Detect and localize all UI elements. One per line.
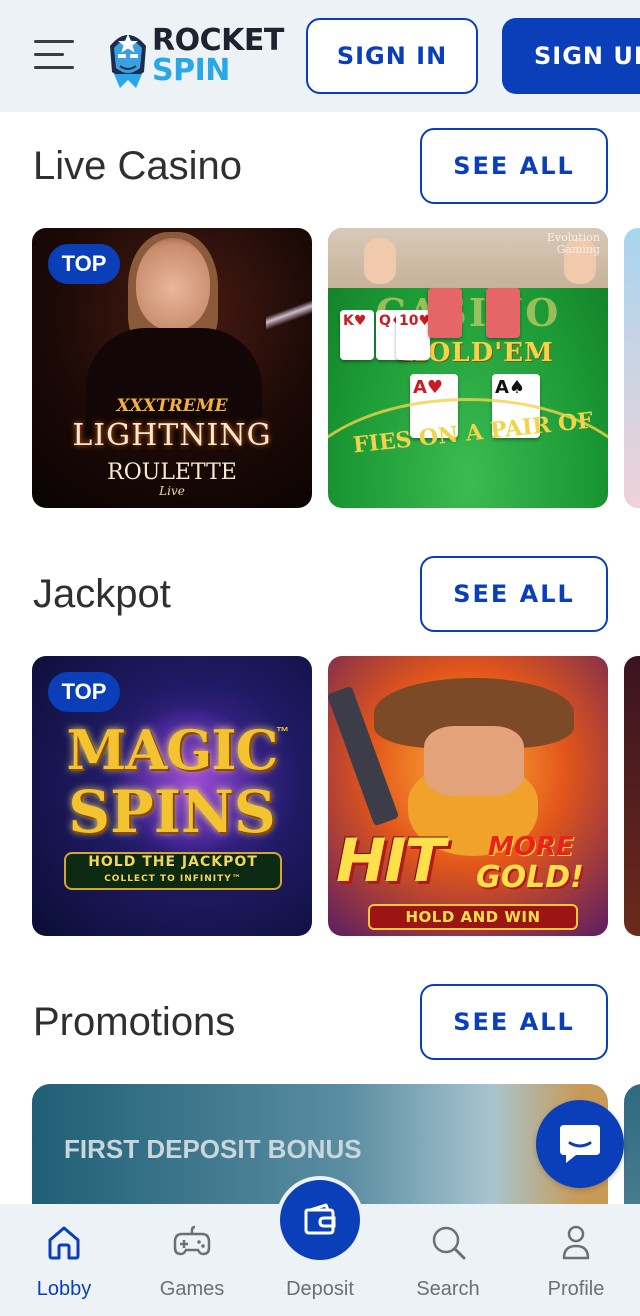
game-card-magic-spins[interactable]: MAGIC ™ SPINS HOLD THE JACKPOT COLLECT T…	[32, 656, 312, 936]
search-icon	[432, 1226, 466, 1260]
miner-face	[424, 726, 524, 796]
game-card-peek[interactable]	[624, 656, 640, 936]
home-icon	[48, 1226, 80, 1260]
nav-item-profile[interactable]: Profile	[512, 1204, 640, 1316]
nav-item-deposit[interactable]: Deposit	[256, 1176, 384, 1316]
game-art-text: MORE	[488, 832, 574, 862]
top-badge: TOP	[48, 672, 120, 712]
nav-item-search[interactable]: Search	[384, 1204, 512, 1316]
playing-card: 10♥	[396, 310, 431, 360]
game-art-text: ROULETTE	[107, 460, 237, 485]
deposit-button[interactable]	[276, 1176, 364, 1264]
game-art-text: GOLD!	[476, 860, 584, 895]
section-title-promotions: Promotions	[33, 1000, 236, 1044]
game-art-text: HOLD AND WIN	[368, 904, 578, 930]
user-icon	[562, 1225, 590, 1260]
game-art-text: HOLD THE JACKPOT	[88, 854, 258, 870]
nav-label: Lobby	[36, 1278, 92, 1300]
promo-card-peek[interactable]	[624, 1084, 640, 1224]
menu-line	[34, 53, 64, 56]
wallet-icon	[304, 1203, 336, 1235]
playing-card-back	[428, 288, 462, 338]
game-card-casino-holdem[interactable]: Evolution Gaming CASINO HOLD'EM K♥ Q♦ 10…	[328, 228, 608, 508]
gamepad-icon	[173, 1225, 211, 1256]
logo-text-spin: SPIN	[152, 53, 230, 88]
section-title-jackpot: Jackpot	[33, 572, 171, 616]
top-header: ROCKET SPIN SIGN IN SIGN UP	[0, 0, 640, 112]
provider-watermark: Evolution Gaming	[546, 231, 600, 256]
rocketspin-logo[interactable]: ROCKET SPIN	[104, 22, 299, 90]
game-art-text: HIT	[336, 826, 445, 896]
promo-title: FIRST DEPOSIT BONUS	[64, 1134, 362, 1164]
nav-item-games[interactable]: Games	[128, 1204, 256, 1316]
game-art-text: COLLECT TO INFINITY™	[104, 874, 242, 884]
dealer-hand	[364, 238, 396, 284]
game-card-lightning-roulette[interactable]: XXXTREME LIGHTNING ROULETTE Live TOP	[32, 228, 312, 508]
nav-label: Games	[159, 1278, 225, 1300]
see-all-jackpot-button[interactable]: SEE ALL	[420, 556, 608, 632]
menu-line	[34, 66, 74, 69]
logo-mascot-icon	[110, 34, 146, 88]
sign-up-button[interactable]: SIGN UP	[502, 18, 640, 94]
game-art-text: LIGHTNING	[72, 418, 272, 453]
game-art-text: XXXTREME	[116, 396, 228, 416]
live-chat-button[interactable]	[536, 1100, 624, 1188]
game-art-text: SPINS	[68, 778, 276, 846]
top-badge: TOP	[48, 244, 120, 284]
playing-card: K♥	[340, 310, 374, 360]
hamburger-menu-button[interactable]	[34, 38, 78, 72]
game-card-hit-more-gold[interactable]: HIT MORE GOLD! HOLD AND WIN	[328, 656, 608, 936]
playing-card-back	[486, 288, 520, 338]
section-title-live-casino: Live Casino	[33, 144, 243, 188]
game-art-text: MAGIC	[66, 718, 278, 782]
nav-label: Profile	[547, 1278, 605, 1300]
nav-item-lobby[interactable]: Lobby	[0, 1204, 128, 1316]
chat-bubble-icon	[560, 1125, 600, 1163]
see-all-live-casino-button[interactable]: SEE ALL	[420, 128, 608, 204]
bottom-navigation: Lobby Games Deposit Search Profile	[0, 1176, 640, 1316]
sign-in-button[interactable]: SIGN IN	[306, 18, 478, 94]
nav-label: Search	[416, 1278, 480, 1300]
lightning-bolt	[266, 228, 312, 408]
nav-label: Deposit	[286, 1278, 354, 1300]
game-card-peek[interactable]	[624, 228, 640, 508]
see-all-promotions-button[interactable]: SEE ALL	[420, 984, 608, 1060]
game-art-text: Live	[159, 484, 185, 498]
dealer-face	[136, 238, 210, 330]
menu-line	[34, 40, 74, 43]
trademark-mark: ™	[276, 724, 289, 739]
